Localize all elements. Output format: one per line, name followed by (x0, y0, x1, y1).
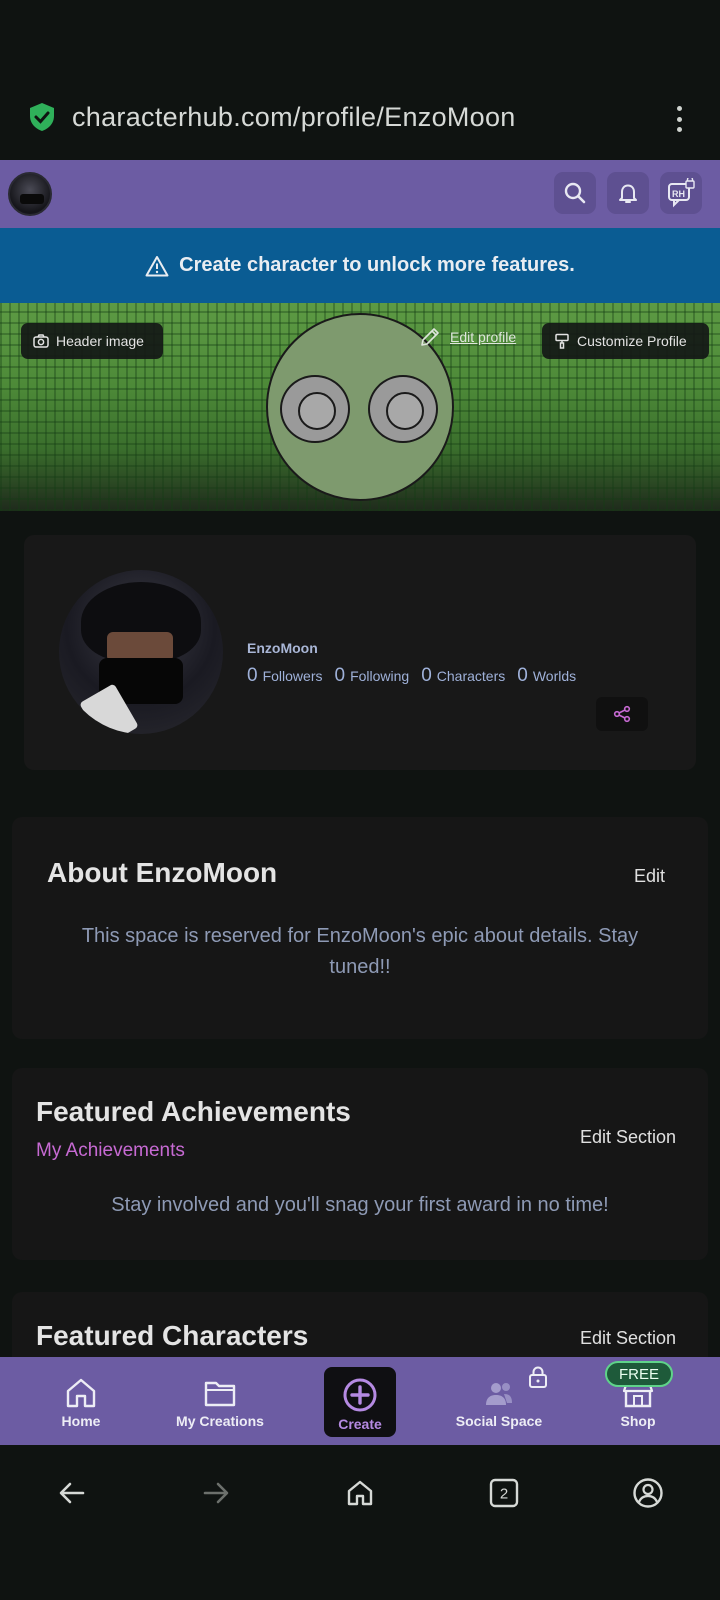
header-image-button[interactable]: Header image (21, 323, 163, 359)
about-body-text: This space is reserved for EnzoMoon's ep… (81, 925, 639, 978)
customize-profile-button[interactable]: Customize Profile (542, 323, 709, 359)
unlock-features-banner[interactable]: Create character to unlock more features… (0, 228, 720, 303)
share-icon (613, 705, 631, 723)
characters-stat[interactable]: 0 Characters (421, 665, 505, 687)
svg-text:RH: RH (672, 189, 685, 199)
nav-shop-label: Shop (620, 1413, 656, 1429)
worlds-label: Worlds (532, 668, 577, 684)
nav-my-creations[interactable]: My Creations (170, 1357, 270, 1445)
nav-my-creations-label: My Creations (176, 1413, 264, 1429)
achievements-title: Featured Achievements (36, 1096, 351, 1127)
arrow-left-icon (59, 1482, 85, 1504)
rh-chat-locked-icon: RH (668, 178, 695, 208)
about-section: About EnzoMoon Edit This space is reserv… (12, 817, 708, 1039)
browser-home-button[interactable] (342, 1475, 378, 1511)
search-icon (564, 182, 586, 204)
header-image-label: Header image (56, 333, 144, 349)
secure-shield-icon (30, 103, 54, 131)
followers-count: 0 (247, 665, 258, 686)
worlds-stat[interactable]: 0 Worlds (517, 665, 576, 687)
worlds-count: 0 (517, 665, 528, 686)
nav-social-space-label: Social Space (455, 1413, 543, 1429)
tabs-icon: 2 (489, 1478, 519, 1508)
customize-profile-label: Customize Profile (577, 333, 687, 349)
folder-icon (204, 1381, 236, 1407)
edit-profile-label: Edit profile (450, 329, 517, 345)
social-lock-icon (529, 1366, 547, 1388)
featured-achievements-section: Featured Achievements Edit Section My Ac… (12, 1068, 708, 1260)
my-achievements-link[interactable]: My Achievements (36, 1140, 185, 1162)
characters-label: Characters (436, 668, 506, 684)
browser-back-button[interactable] (54, 1475, 90, 1511)
account-circle-icon (633, 1478, 663, 1508)
share-profile-button[interactable] (596, 697, 648, 731)
warning-icon (145, 255, 169, 276)
profile-stats: 0 Followers 0 Following 0 Characters 0 W… (247, 665, 576, 687)
site-top-nav: RH (0, 160, 720, 228)
profile-header-image: Header image Edit profile Customize Prof… (0, 303, 720, 511)
profile-username: EnzoMoon (247, 640, 318, 656)
svg-text:2: 2 (500, 1486, 508, 1503)
url-text[interactable]: characterhub.com/profile/EnzoMoon (72, 102, 516, 133)
following-stat[interactable]: 0 Following (334, 665, 409, 687)
edit-profile-link[interactable]: Edit profile (418, 325, 516, 349)
people-icon (486, 1383, 512, 1405)
mascot-left-eye (280, 375, 350, 443)
followers-label: Followers (262, 668, 323, 684)
browser-url-bar: characterhub.com/profile/EnzoMoon (0, 80, 720, 160)
following-count: 0 (334, 665, 346, 686)
following-label: Following (350, 668, 410, 684)
tabs-button[interactable]: 2 (486, 1475, 522, 1511)
banner-text: Create character to unlock more features… (179, 254, 575, 276)
achievements-empty-text: Stay involved and you'll snag your first… (111, 1194, 609, 1216)
achievements-edit-section-button[interactable]: Edit Section (580, 1127, 676, 1148)
characters-count: 0 (421, 665, 432, 686)
home-outline-icon (347, 1480, 373, 1506)
nav-create-label: Create (338, 1416, 382, 1432)
pencil-icon (421, 328, 439, 346)
about-title: About EnzoMoon (47, 857, 278, 888)
paint-roller-icon (555, 333, 569, 349)
notifications-button[interactable] (607, 172, 649, 214)
profile-avatar[interactable] (59, 570, 223, 734)
mascot-right-eye (368, 375, 438, 443)
user-avatar-small[interactable] (8, 172, 52, 216)
search-button[interactable] (554, 172, 596, 214)
system-nav-bar: 2 (0, 1445, 720, 1600)
characters-title: Featured Characters (36, 1320, 309, 1351)
rh-feature-button[interactable]: RH (660, 172, 702, 214)
bell-icon (619, 184, 637, 203)
characters-edit-section-button[interactable]: Edit Section (580, 1328, 676, 1349)
camera-icon (33, 334, 49, 348)
browser-menu-icon[interactable] (664, 104, 694, 134)
account-button[interactable] (630, 1475, 666, 1511)
browser-forward-button[interactable] (198, 1475, 234, 1511)
status-bar (0, 0, 720, 80)
profile-info-card: EnzoMoon 0 Followers 0 Following 0 Chara… (24, 535, 696, 770)
bottom-app-nav: Home My Creations Create Social Space Sh… (0, 1357, 720, 1445)
nav-create[interactable]: Create (324, 1367, 396, 1437)
home-icon (66, 1378, 96, 1408)
plus-circle-icon (343, 1378, 377, 1412)
followers-stat[interactable]: 0 Followers (247, 665, 322, 687)
nav-home-label: Home (61, 1413, 101, 1429)
free-badge: FREE (605, 1361, 673, 1387)
about-edit-button[interactable]: Edit (634, 866, 665, 887)
arrow-right-icon (203, 1482, 229, 1504)
nav-home[interactable]: Home (46, 1357, 116, 1445)
